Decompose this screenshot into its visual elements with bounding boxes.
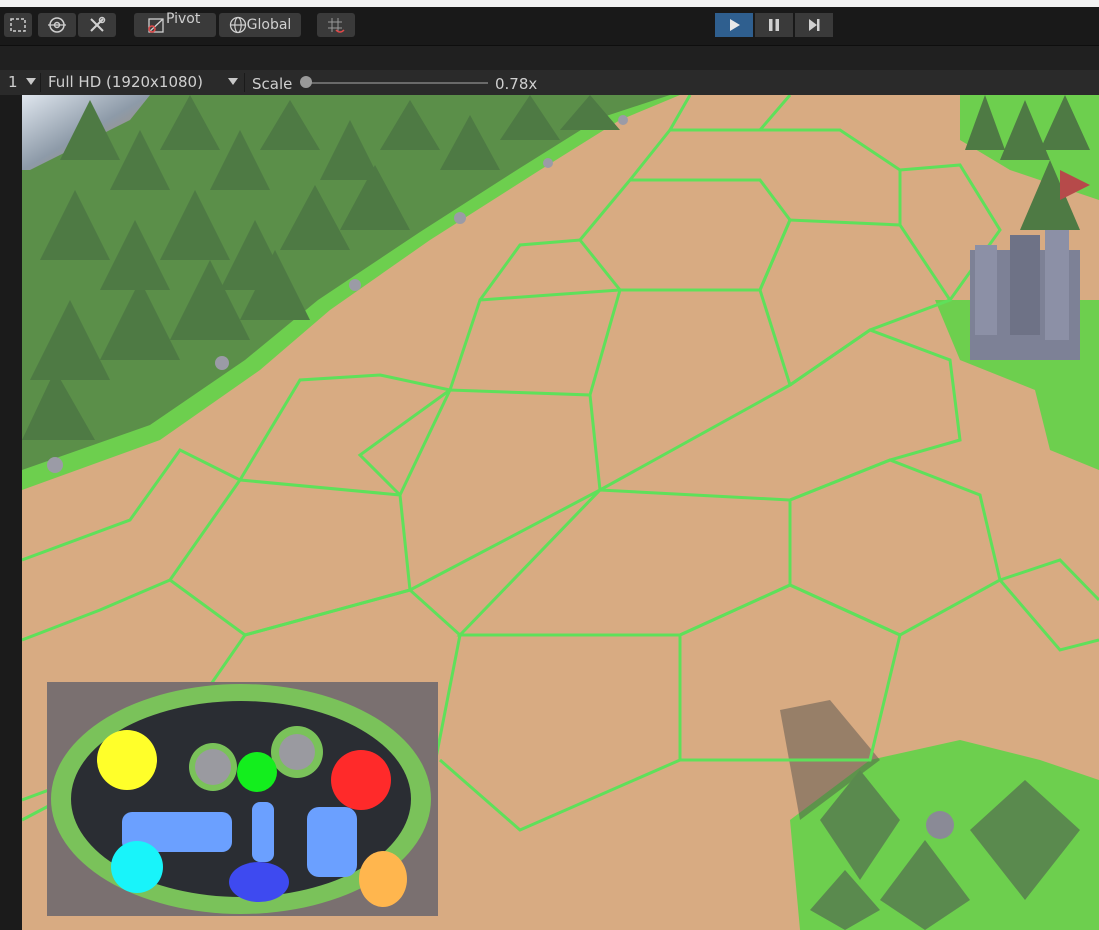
grid-snap-icon [328,18,345,33]
minimap-zone-yellow [97,730,157,790]
minimap-zone-orange [359,851,407,907]
scene-toolbar: Pivot Global [0,7,1099,46]
play-button[interactable] [715,13,753,37]
minimap-zone-cyan [111,841,163,893]
scale-label: Scale [252,75,293,93]
resolution-dropdown-icon[interactable] [228,78,238,86]
minimap-zone-green [237,752,277,792]
minimap[interactable] [47,682,438,916]
step-button[interactable] [795,13,833,37]
minimap-zone-blue [229,862,289,902]
transform-tool-icon [48,17,66,33]
pivot-label: Pivot [166,11,201,27]
play-icon [730,19,740,31]
tools-icon [90,16,106,32]
game-view-bar: 1 Full HD (1920x1080) Scale 0.78x [0,70,1099,95]
minimap-rock-1 [195,749,231,785]
minimap-zone-red [331,750,391,810]
global-label: Global [246,17,292,33]
rect-tool-icon [10,18,26,32]
game-viewport[interactable] [22,95,1099,930]
scale-slider-track[interactable] [306,82,488,84]
pivot-icon [148,18,164,33]
grid-snap-button[interactable] [317,13,355,37]
minimap-rock-2 [279,734,315,770]
custom-tools-button[interactable] [78,13,116,37]
tab-strip [0,46,1099,70]
window-top-strip [0,0,1099,7]
globe-icon [229,16,246,34]
pause-button[interactable] [755,13,793,37]
display-dropdown-icon[interactable] [26,78,36,86]
scale-value: 0.78x [495,75,538,93]
separator [40,73,41,92]
global-toggle[interactable]: Global [219,13,301,37]
scale-slider-handle[interactable] [300,76,312,88]
resolution-dropdown[interactable]: Full HD (1920x1080) [48,73,203,91]
step-icon [809,19,820,31]
minimap-lake-mid [252,802,274,862]
transform-tool-button[interactable] [38,13,76,37]
playmode-controls [715,13,833,37]
pivot-toggle[interactable]: Pivot [134,11,216,37]
rect-tool-button[interactable] [4,13,32,37]
display-label[interactable]: 1 [8,73,18,91]
separator [244,73,245,92]
pause-icon [769,19,779,31]
minimap-lake-right [307,807,357,877]
